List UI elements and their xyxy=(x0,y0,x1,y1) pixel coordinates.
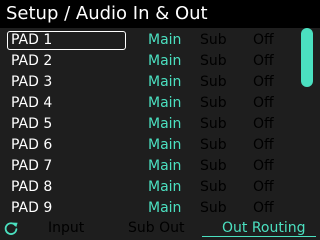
pad-row-7[interactable]: PAD 7 Main Sub Off xyxy=(0,156,300,177)
route-main-option[interactable]: Main xyxy=(148,156,181,177)
pad-row-9[interactable]: PAD 9 Main Sub Off xyxy=(0,198,300,219)
pad-row-4[interactable]: PAD 4 Main Sub Off xyxy=(0,93,300,114)
route-main-option[interactable]: Main xyxy=(148,198,181,219)
route-main-option[interactable]: Main xyxy=(148,72,181,93)
scrollbar-thumb[interactable] xyxy=(301,28,313,87)
route-off-option[interactable]: Off xyxy=(253,30,274,51)
tab-sub-out[interactable]: Sub Out xyxy=(128,218,184,238)
pad-row-2[interactable]: PAD 2 Main Sub Off xyxy=(0,51,300,72)
route-main-option[interactable]: Main xyxy=(148,51,181,72)
active-tab-indicator xyxy=(202,236,316,237)
route-sub-option[interactable]: Sub xyxy=(200,177,227,198)
route-main-option[interactable]: Main xyxy=(148,93,181,114)
pad-label: PAD 9 xyxy=(11,200,53,216)
pad-row-6[interactable]: PAD 6 Main Sub Off xyxy=(0,135,300,156)
pad-label: PAD 4 xyxy=(11,95,53,111)
route-off-option[interactable]: Off xyxy=(253,72,274,93)
route-off-option[interactable]: Off xyxy=(253,135,274,156)
route-off-option[interactable]: Off xyxy=(253,156,274,177)
route-off-option[interactable]: Off xyxy=(253,198,274,219)
pad-label: PAD 5 xyxy=(11,116,53,132)
pad-row-1[interactable]: PAD 1 Main Sub Off xyxy=(0,30,300,51)
pad-label: PAD 8 xyxy=(11,179,53,195)
route-main-option[interactable]: Main xyxy=(148,177,181,198)
pad-label: PAD 1 xyxy=(6,30,127,51)
pad-label: PAD 2 xyxy=(11,53,53,69)
route-sub-option[interactable]: Sub xyxy=(200,93,227,114)
pad-label: PAD 6 xyxy=(11,137,53,153)
route-main-option[interactable]: Main xyxy=(148,114,181,135)
route-sub-option[interactable]: Sub xyxy=(200,198,227,219)
pad-row-8[interactable]: PAD 8 Main Sub Off xyxy=(0,177,300,198)
pad-label: PAD 3 xyxy=(11,74,53,90)
route-main-option[interactable]: Main xyxy=(148,30,181,51)
route-off-option[interactable]: Off xyxy=(253,177,274,198)
page-title: Setup / Audio In & Out xyxy=(6,3,208,24)
route-sub-option[interactable]: Sub xyxy=(200,156,227,177)
pad-row-3[interactable]: PAD 3 Main Sub Off xyxy=(0,72,300,93)
tab-out-routing[interactable]: Out Routing xyxy=(222,218,306,238)
pad-label: PAD 7 xyxy=(11,158,53,174)
route-sub-option[interactable]: Sub xyxy=(200,135,227,156)
route-off-option[interactable]: Off xyxy=(253,93,274,114)
route-off-option[interactable]: Off xyxy=(253,114,274,135)
route-sub-option[interactable]: Sub xyxy=(200,30,227,51)
route-off-option[interactable]: Off xyxy=(253,51,274,72)
route-main-option[interactable]: Main xyxy=(148,135,181,156)
tab-input[interactable]: Input xyxy=(48,218,84,238)
route-sub-option[interactable]: Sub xyxy=(200,51,227,72)
pad-row-5[interactable]: PAD 5 Main Sub Off xyxy=(0,114,300,135)
reload-icon[interactable] xyxy=(3,220,19,236)
route-sub-option[interactable]: Sub xyxy=(200,114,227,135)
route-sub-option[interactable]: Sub xyxy=(200,72,227,93)
